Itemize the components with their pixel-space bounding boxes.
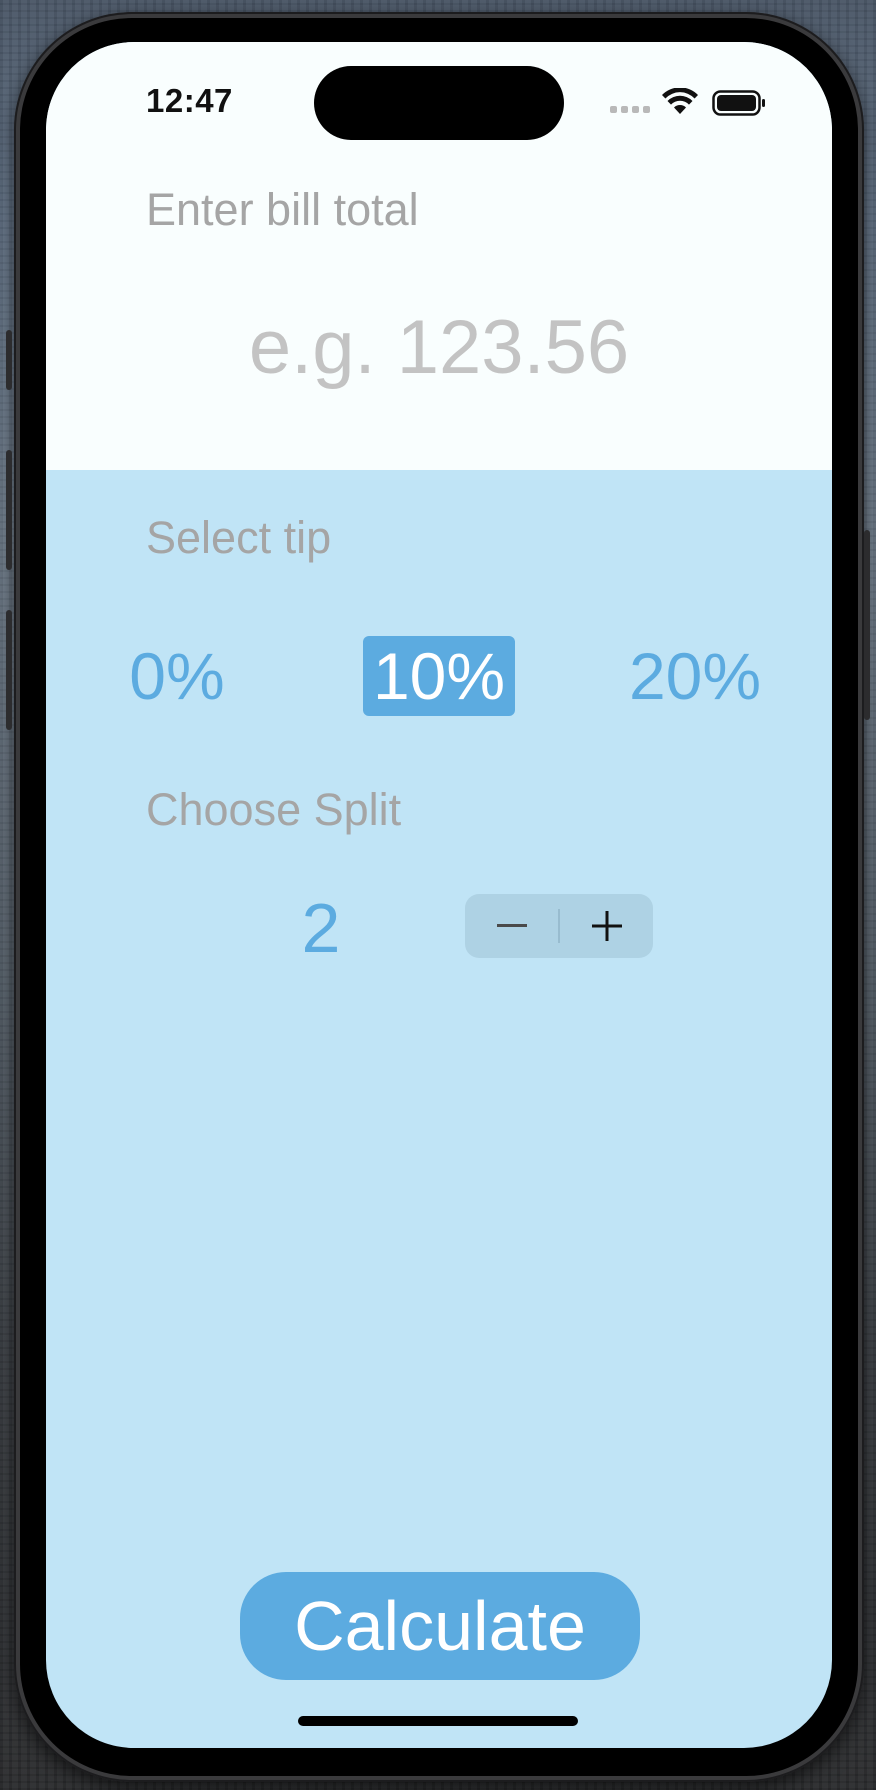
cellular-signal-icon (610, 106, 650, 113)
volume-down-button (6, 610, 12, 730)
minus-icon (496, 924, 527, 927)
choose-split-label: Choose Split (146, 784, 402, 835)
power-button (864, 530, 870, 720)
home-indicator[interactable] (298, 1716, 578, 1726)
tip-10-button[interactable]: 10% (363, 636, 515, 716)
bill-section: 12:47 Enter bill total (46, 42, 832, 470)
action-button (6, 330, 12, 390)
increment-button[interactable] (560, 894, 653, 958)
tip-0-button[interactable]: 0% (122, 636, 232, 716)
bill-total-input[interactable] (46, 292, 832, 402)
dynamic-island (314, 66, 564, 140)
select-tip-label: Select tip (146, 512, 332, 563)
battery-icon (712, 90, 765, 116)
split-stepper (465, 894, 653, 958)
split-count: 2 (301, 889, 341, 967)
decrement-button[interactable] (465, 894, 558, 958)
bill-total-label: Enter bill total (146, 184, 419, 235)
calculate-button[interactable]: Calculate (240, 1572, 640, 1680)
volume-up-button (6, 450, 12, 570)
plus-icon (591, 911, 622, 941)
wifi-icon (662, 88, 698, 114)
tip-20-button[interactable]: 20% (620, 636, 770, 716)
status-time: 12:47 (146, 82, 233, 119)
app-screen: 12:47 Enter bill total Select tip 0% 10%… (46, 42, 832, 1748)
